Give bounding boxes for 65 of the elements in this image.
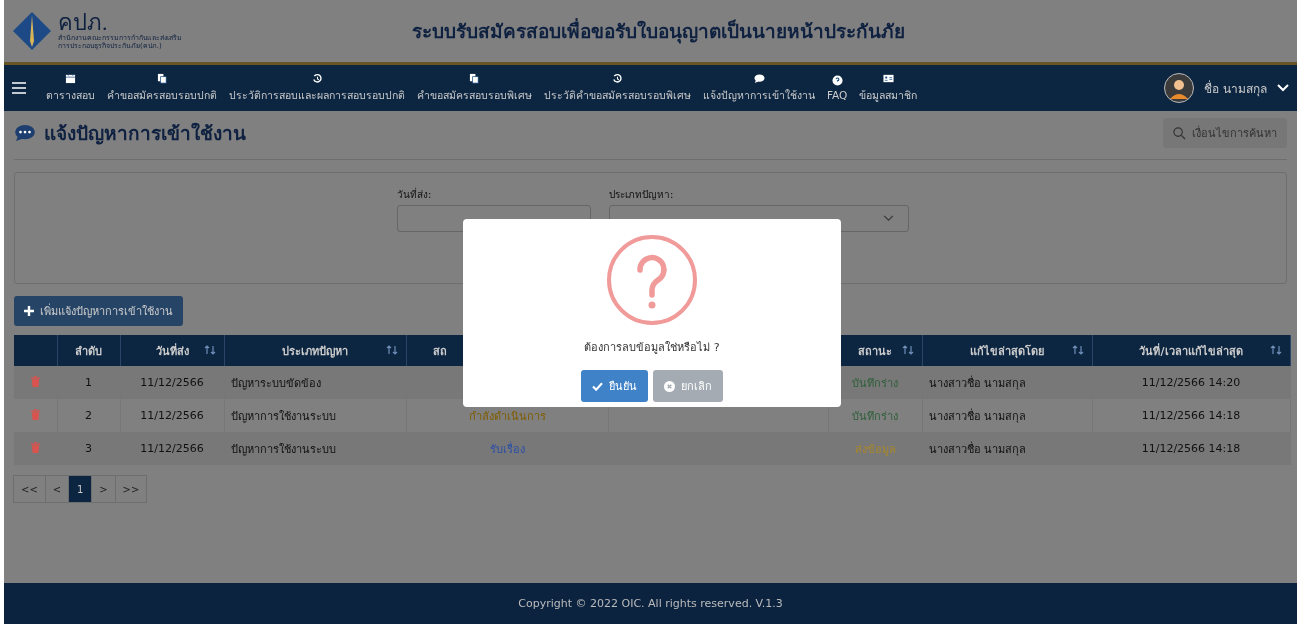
chat-icon bbox=[14, 124, 36, 142]
question-icon bbox=[606, 234, 698, 326]
sort-icon[interactable] bbox=[385, 345, 398, 355]
user-name[interactable]: ชื่อ นามสกุล bbox=[1204, 78, 1267, 98]
table-cell: 11/12/2566 bbox=[120, 366, 224, 399]
nav-item[interactable]: ข้อมูลสมาชิก bbox=[853, 72, 924, 104]
filter-label: วันที่ส่ง: bbox=[397, 187, 433, 202]
calendar-icon bbox=[65, 72, 76, 84]
filter-label: ประเภทปัญหา: bbox=[609, 188, 675, 202]
status-text: บันทึกร่าง bbox=[852, 376, 898, 390]
status-text: ส่งข้อมูล bbox=[854, 442, 896, 456]
history-icon bbox=[612, 72, 623, 84]
question-icon bbox=[831, 75, 843, 86]
copyright-text: Copyright © 2022 OIC. All rights reserved. V.1.3 bbox=[518, 597, 783, 610]
plus-icon bbox=[24, 306, 34, 316]
menu-icon[interactable] bbox=[12, 82, 26, 94]
sort-icon[interactable] bbox=[203, 345, 216, 355]
documents-icon bbox=[469, 72, 480, 84]
close-icon bbox=[664, 380, 675, 392]
page-title: แจ้งปัญหาการเข้าใช้งาน bbox=[44, 121, 246, 147]
nav-item[interactable]: FAQ bbox=[821, 75, 854, 101]
table-cell: ปัญหาระบบขัดข้อง bbox=[224, 366, 406, 399]
logo-icon bbox=[12, 11, 52, 51]
logo-text: คปภ. bbox=[58, 12, 108, 34]
chat-icon bbox=[753, 72, 765, 84]
nav-item[interactable]: ประวัติคำขอสมัครสอบรอบพิเศษ bbox=[538, 72, 697, 104]
avatar-icon[interactable] bbox=[1164, 73, 1195, 103]
table-cell: 3 bbox=[57, 432, 120, 465]
page-button[interactable]: >> bbox=[114, 475, 148, 503]
sort-icon[interactable] bbox=[1269, 345, 1282, 355]
table-cell: 11/12/2566 14:20 bbox=[1092, 366, 1290, 399]
column-header[interactable]: แก้ไขล่าสุดโดย bbox=[922, 335, 1092, 366]
table-cell: นางสาวชื่อ นามสกุล bbox=[922, 366, 1092, 399]
column-header[interactable]: วันที่/เวลาแก้ไขล่าสุด bbox=[1092, 335, 1290, 366]
chevron-down-icon bbox=[883, 215, 894, 222]
status-text: บันทึกร่าง bbox=[852, 409, 898, 423]
status-text: กำลังดำเนินการ bbox=[468, 409, 546, 423]
site-title: ระบบรับสมัครสอบเพื่อขอรับใบอนุญาตเป็นนายหน้าประกันภัย bbox=[412, 17, 905, 46]
column-header[interactable]: วันที่ส่ง bbox=[120, 335, 224, 366]
nav-item[interactable]: ตารางสอบ bbox=[40, 72, 101, 104]
history-icon bbox=[311, 72, 323, 84]
page-button[interactable]: > bbox=[91, 475, 116, 503]
sort-icon[interactable] bbox=[901, 345, 914, 355]
documents-icon bbox=[156, 72, 168, 84]
column-header[interactable]: ประเภทปัญหา bbox=[224, 335, 406, 366]
search-icon bbox=[1173, 126, 1186, 140]
confirm-button[interactable]: ยืนยัน bbox=[581, 370, 648, 402]
table-cell: ปัญหาการใช้งานระบบ bbox=[224, 432, 406, 465]
id-card-icon bbox=[882, 72, 894, 84]
nav-item[interactable]: คำขอสมัครสอบรอบปกติ bbox=[101, 72, 223, 104]
check-icon bbox=[592, 381, 603, 391]
page-button[interactable]: 1 bbox=[68, 475, 93, 503]
page-button[interactable]: << bbox=[13, 475, 46, 503]
nav-item[interactable]: แจ้งปัญหาการเข้าใช้งาน bbox=[697, 72, 821, 104]
add-report-button[interactable]: เพิ่มแจ้งปัญหาการเข้าใช้งาน bbox=[14, 296, 183, 326]
chevron-down-icon[interactable] bbox=[1277, 84, 1289, 92]
table-cell: 11/12/2566 14:18 bbox=[1092, 432, 1290, 465]
column-header: ลำดับ bbox=[57, 335, 120, 366]
nav-item[interactable]: ประวัติการสอบและผลการสอบรอบปกติ bbox=[223, 72, 411, 104]
nav-item[interactable]: คำขอสมัครสอบรอบพิเศษ bbox=[411, 72, 538, 104]
status-text: รับเรื่อง bbox=[489, 442, 525, 456]
table-cell: 1 bbox=[57, 366, 120, 399]
table-cell: นางสาวชื่อ นามสกุล bbox=[922, 432, 1092, 465]
table-cell: 11/12/2566 bbox=[120, 432, 224, 465]
sort-icon[interactable] bbox=[1071, 345, 1084, 355]
